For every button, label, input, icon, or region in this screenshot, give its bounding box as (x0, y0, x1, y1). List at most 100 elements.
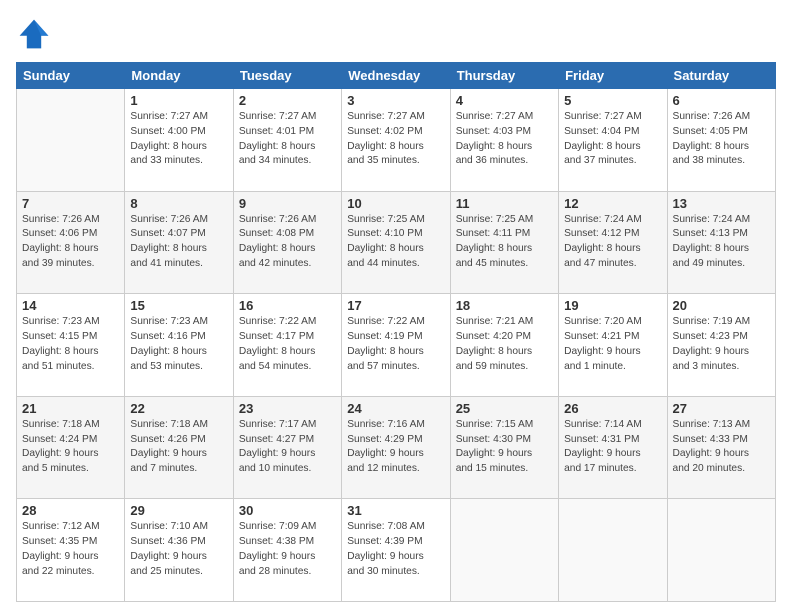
day-info: Sunrise: 7:23 AM Sunset: 4:16 PM Dayligh… (130, 315, 227, 374)
calendar-cell: 17Sunrise: 7:22 AM Sunset: 4:19 PM Dayli… (342, 294, 450, 397)
day-info: Sunrise: 7:18 AM Sunset: 4:26 PM Dayligh… (130, 418, 227, 477)
day-number: 8 (130, 196, 227, 211)
day-info: Sunrise: 7:10 AM Sunset: 4:36 PM Dayligh… (130, 520, 227, 579)
calendar-cell (559, 499, 667, 602)
calendar-cell: 9 Sunrise: 7:26 AM Sunset: 4:08 PM Daylig… (233, 191, 341, 294)
calendar-week-row-1: 1Sunrise: 7:27 AM Sunset: 4:00 PM Daylig… (17, 89, 776, 192)
weekday-header-sunday: Sunday (17, 63, 125, 89)
day-number: 10 (347, 196, 444, 211)
day-info: Sunrise: 7:20 AM Sunset: 4:21 PM Dayligh… (564, 315, 661, 374)
day-info: Sunrise: 7:23 AM Sunset: 4:15 PM Dayligh… (22, 315, 119, 374)
calendar-cell: 31 Sunrise: 7:08 AM Sunset: 4:39 PM Dayli… (342, 499, 450, 602)
calendar-cell: 11 Sunrise: 7:25 AM Sunset: 4:11 PM Dayli… (450, 191, 558, 294)
calendar-cell: 18Sunrise: 7:21 AM Sunset: 4:20 PM Dayli… (450, 294, 558, 397)
day-info: Sunrise: 7:22 AM Sunset: 4:17 PM Dayligh… (239, 315, 336, 374)
day-number: 24 (347, 401, 444, 416)
calendar-cell: 14 Sunrise: 7:23 AM Sunset: 4:15 PM Dayli… (17, 294, 125, 397)
weekday-header-row: SundayMondayTuesdayWednesdayThursdayFrid… (17, 63, 776, 89)
calendar-cell: 12 Sunrise: 7:24 AM Sunset: 4:12 PM Dayli… (559, 191, 667, 294)
day-number: 19 (564, 298, 661, 313)
calendar-cell: 5 Sunrise: 7:27 AM Sunset: 4:04 PM Daylig… (559, 89, 667, 192)
day-number: 11 (456, 196, 553, 211)
day-info: Sunrise: 7:15 AM Sunset: 4:30 PM Dayligh… (456, 418, 553, 477)
day-info: Sunrise: 7:26 AM Sunset: 4:06 PM Dayligh… (22, 213, 119, 272)
day-info: Sunrise: 7:25 AM Sunset: 4:10 PM Dayligh… (347, 213, 444, 272)
day-number: 1 (130, 93, 227, 108)
day-number: 12 (564, 196, 661, 211)
day-info: Sunrise: 7:27 AM Sunset: 4:03 PM Dayligh… (456, 110, 553, 169)
day-number: 14 (22, 298, 119, 313)
day-info: Sunrise: 7:27 AM Sunset: 4:02 PM Dayligh… (347, 110, 444, 169)
weekday-header-tuesday: Tuesday (233, 63, 341, 89)
calendar-week-row-3: 14 Sunrise: 7:23 AM Sunset: 4:15 PM Dayli… (17, 294, 776, 397)
day-number: 27 (673, 401, 770, 416)
day-info: Sunrise: 7:19 AM Sunset: 4:23 PM Dayligh… (673, 315, 770, 374)
day-number: 28 (22, 503, 119, 518)
day-info: Sunrise: 7:26 AM Sunset: 4:08 PM Dayligh… (239, 213, 336, 272)
day-number: 21 (22, 401, 119, 416)
day-info: Sunrise: 7:26 AM Sunset: 4:05 PM Dayligh… (673, 110, 770, 169)
day-number: 3 (347, 93, 444, 108)
weekday-header-friday: Friday (559, 63, 667, 89)
page: SundayMondayTuesdayWednesdayThursdayFrid… (0, 0, 792, 612)
calendar-cell: 8 Sunrise: 7:26 AM Sunset: 4:07 PM Daylig… (125, 191, 233, 294)
header (16, 16, 776, 52)
calendar-cell: 24Sunrise: 7:16 AM Sunset: 4:29 PM Dayli… (342, 396, 450, 499)
calendar-week-row-5: 28 Sunrise: 7:12 AM Sunset: 4:35 PM Dayli… (17, 499, 776, 602)
day-number: 17 (347, 298, 444, 313)
calendar-cell: 25 Sunrise: 7:15 AM Sunset: 4:30 PM Dayli… (450, 396, 558, 499)
calendar-cell: 19 Sunrise: 7:20 AM Sunset: 4:21 PM Dayli… (559, 294, 667, 397)
day-number: 13 (673, 196, 770, 211)
weekday-header-monday: Monday (125, 63, 233, 89)
weekday-header-wednesday: Wednesday (342, 63, 450, 89)
day-info: Sunrise: 7:09 AM Sunset: 4:38 PM Dayligh… (239, 520, 336, 579)
calendar-cell: 26Sunrise: 7:14 AM Sunset: 4:31 PM Dayli… (559, 396, 667, 499)
calendar-cell: 10 Sunrise: 7:25 AM Sunset: 4:10 PM Dayli… (342, 191, 450, 294)
calendar-cell: 7Sunrise: 7:26 AM Sunset: 4:06 PM Daylig… (17, 191, 125, 294)
day-info: Sunrise: 7:12 AM Sunset: 4:35 PM Dayligh… (22, 520, 119, 579)
calendar-cell: 20 Sunrise: 7:19 AM Sunset: 4:23 PM Dayli… (667, 294, 775, 397)
day-info: Sunrise: 7:27 AM Sunset: 4:04 PM Dayligh… (564, 110, 661, 169)
day-info: Sunrise: 7:25 AM Sunset: 4:11 PM Dayligh… (456, 213, 553, 272)
logo-icon (16, 16, 52, 52)
calendar-cell: 21Sunrise: 7:18 AM Sunset: 4:24 PM Dayli… (17, 396, 125, 499)
weekday-header-saturday: Saturday (667, 63, 775, 89)
calendar-cell: 27 Sunrise: 7:13 AM Sunset: 4:33 PM Dayli… (667, 396, 775, 499)
day-number: 15 (130, 298, 227, 313)
calendar-cell: 28 Sunrise: 7:12 AM Sunset: 4:35 PM Dayli… (17, 499, 125, 602)
day-number: 2 (239, 93, 336, 108)
calendar-week-row-4: 21Sunrise: 7:18 AM Sunset: 4:24 PM Dayli… (17, 396, 776, 499)
day-number: 6 (673, 93, 770, 108)
calendar-cell (667, 499, 775, 602)
calendar-table: SundayMondayTuesdayWednesdayThursdayFrid… (16, 62, 776, 602)
calendar-cell: 16 Sunrise: 7:22 AM Sunset: 4:17 PM Dayli… (233, 294, 341, 397)
day-number: 25 (456, 401, 553, 416)
weekday-header-thursday: Thursday (450, 63, 558, 89)
calendar-cell: 3 Sunrise: 7:27 AM Sunset: 4:02 PM Daylig… (342, 89, 450, 192)
day-number: 26 (564, 401, 661, 416)
day-info: Sunrise: 7:27 AM Sunset: 4:01 PM Dayligh… (239, 110, 336, 169)
day-number: 18 (456, 298, 553, 313)
day-info: Sunrise: 7:13 AM Sunset: 4:33 PM Dayligh… (673, 418, 770, 477)
day-number: 30 (239, 503, 336, 518)
calendar-cell: 2 Sunrise: 7:27 AM Sunset: 4:01 PM Daylig… (233, 89, 341, 192)
calendar-cell: 30 Sunrise: 7:09 AM Sunset: 4:38 PM Dayli… (233, 499, 341, 602)
day-number: 9 (239, 196, 336, 211)
day-number: 5 (564, 93, 661, 108)
day-info: Sunrise: 7:26 AM Sunset: 4:07 PM Dayligh… (130, 213, 227, 272)
calendar-cell: 1Sunrise: 7:27 AM Sunset: 4:00 PM Daylig… (125, 89, 233, 192)
day-number: 23 (239, 401, 336, 416)
day-info: Sunrise: 7:08 AM Sunset: 4:39 PM Dayligh… (347, 520, 444, 579)
day-number: 20 (673, 298, 770, 313)
day-info: Sunrise: 7:17 AM Sunset: 4:27 PM Dayligh… (239, 418, 336, 477)
day-info: Sunrise: 7:24 AM Sunset: 4:12 PM Dayligh… (564, 213, 661, 272)
calendar-cell: 22 Sunrise: 7:18 AM Sunset: 4:26 PM Dayli… (125, 396, 233, 499)
calendar-cell: 29Sunrise: 7:10 AM Sunset: 4:36 PM Dayli… (125, 499, 233, 602)
calendar-cell (17, 89, 125, 192)
calendar-cell: 15 Sunrise: 7:23 AM Sunset: 4:16 PM Dayli… (125, 294, 233, 397)
day-number: 31 (347, 503, 444, 518)
calendar-week-row-2: 7Sunrise: 7:26 AM Sunset: 4:06 PM Daylig… (17, 191, 776, 294)
day-number: 22 (130, 401, 227, 416)
day-number: 16 (239, 298, 336, 313)
day-info: Sunrise: 7:24 AM Sunset: 4:13 PM Dayligh… (673, 213, 770, 272)
